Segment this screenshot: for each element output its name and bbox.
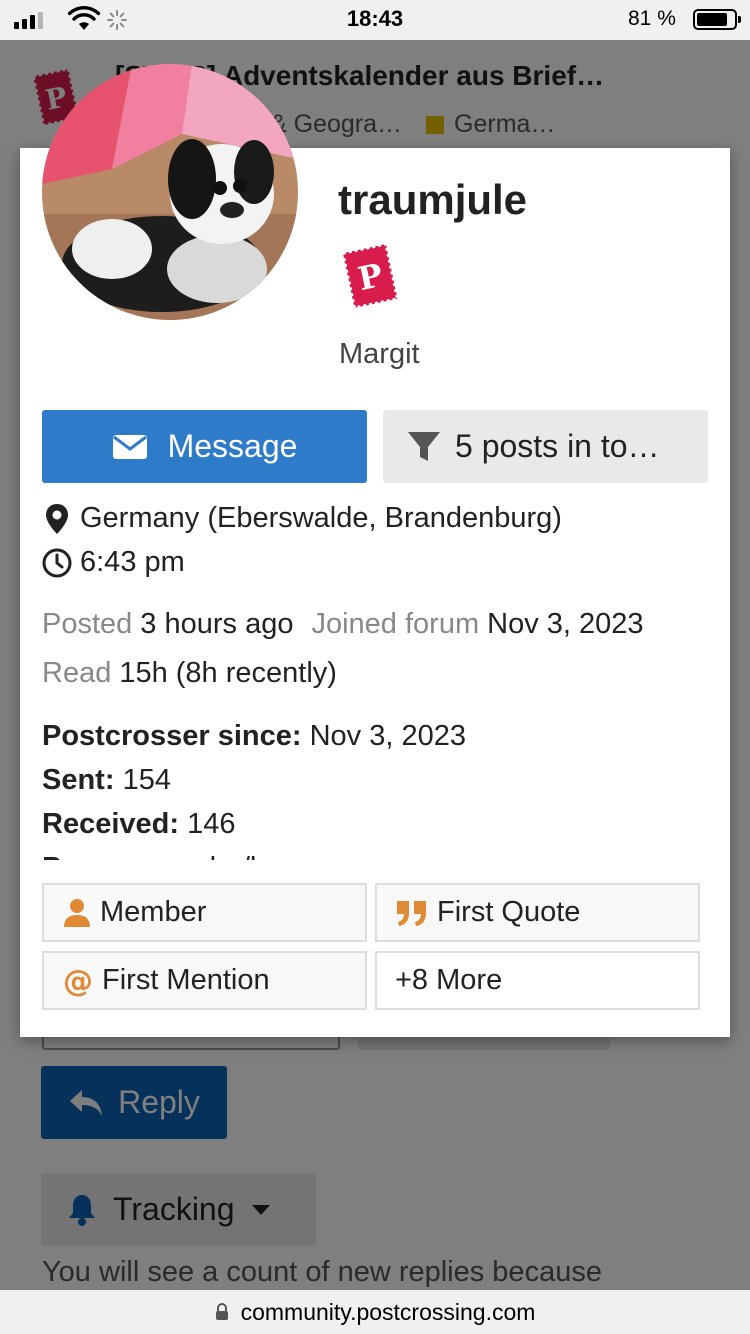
local-time-text: 6:43 pm: [80, 546, 185, 578]
username[interactable]: traumjule: [338, 176, 527, 224]
user-location: Germany (Eberswalde, Brandenburg): [42, 502, 562, 535]
quote-icon: [397, 900, 426, 926]
filter-icon: [408, 431, 440, 461]
envelope-icon: [112, 434, 147, 459]
message-button[interactable]: Message: [42, 410, 367, 483]
filter-posts-button[interactable]: 5 posts in to…: [383, 410, 708, 483]
user-custom-fields[interactable]: Postcrosser since: Nov 3, 2023 Sent: 154…: [42, 714, 708, 860]
map-marker-icon: [46, 503, 68, 534]
status-bar: 18:43 81 %: [0, 0, 750, 40]
more-badges-link[interactable]: +8 More: [375, 951, 700, 1010]
user-icon: [64, 898, 90, 927]
filter-posts-label: 5 posts in to…: [455, 428, 660, 464]
battery-icon: [693, 9, 741, 30]
battery-percent: 81 %: [628, 7, 676, 30]
joined-value: Nov 3, 2023: [487, 608, 644, 640]
posted-value[interactable]: 3 hours ago: [140, 608, 293, 640]
read-label: Read: [42, 657, 112, 689]
badge-first-mention[interactable]: @ First Mention: [42, 951, 367, 1010]
field-row: Postcrosser since: Nov 3, 2023: [42, 720, 466, 752]
user-activity-stats: Posted 3 hours ago Joined forum Nov 3, 2023: [42, 608, 644, 641]
badge-member[interactable]: Member: [42, 883, 367, 942]
posted-label: Posted: [42, 608, 133, 640]
dog-photo: [42, 64, 298, 320]
message-label: Message: [167, 428, 298, 464]
user-read-stats: Read 15h (8h recently): [42, 657, 337, 690]
svg-text:@: @: [63, 965, 93, 997]
user-real-name: Margit: [339, 338, 420, 370]
user-local-time: 6:43 pm: [42, 546, 185, 579]
read-value: 15h (8h recently): [119, 657, 337, 689]
field-row: Pronouns: she/her: [42, 846, 708, 860]
joined-label: Joined forum: [311, 608, 480, 640]
badge-first-quote[interactable]: First Quote: [375, 883, 700, 942]
user-card: traumjule P Margit Message 5 posts in to…: [20, 64, 730, 1037]
browser-url-bar[interactable]: community.postcrossing.com: [0, 1290, 750, 1334]
field-row: Sent: 154: [42, 764, 171, 796]
user-avatar[interactable]: [42, 64, 298, 320]
location-text: Germany (Eberswalde, Brandenburg): [80, 502, 562, 534]
postcrossing-flair-icon: P: [341, 242, 400, 310]
lock-icon: [215, 1303, 228, 1320]
url-text: community.postcrossing.com: [240, 1298, 536, 1325]
at-icon: @: [63, 965, 93, 997]
clock-icon: [42, 548, 72, 577]
field-row: Received: 146: [42, 808, 236, 840]
